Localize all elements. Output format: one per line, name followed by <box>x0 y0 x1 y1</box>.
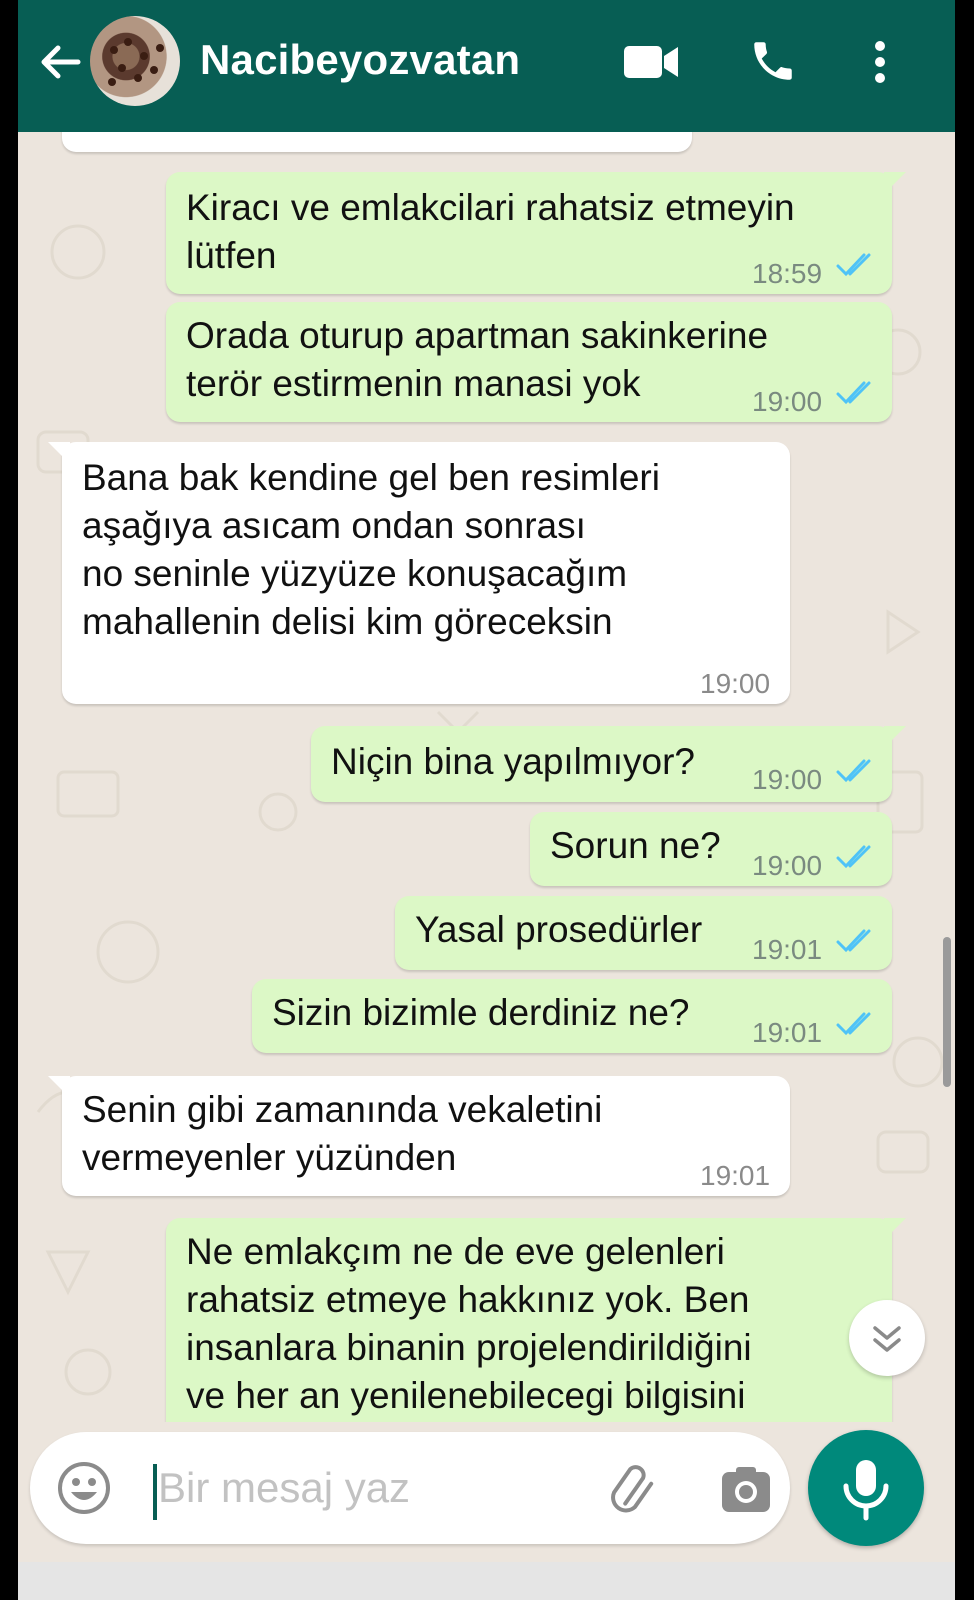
message-bubble-outgoing[interactable]: Kiracı ve emlakcilari rahatsiz etmeyin l… <box>166 172 906 294</box>
message-bubble-outgoing[interactable]: Ne emlakçım ne de eve gelenleri rahatsiz… <box>166 1218 906 1422</box>
message-bubble-outgoing[interactable]: Sorun ne? 19:00 <box>530 812 892 886</box>
double-check-icon <box>836 759 871 783</box>
double-check-icon <box>836 845 871 869</box>
message-text: Bana bak kendine gel ben resimleri aşağı… <box>82 457 660 642</box>
message-time: 19:00 <box>752 850 823 881</box>
message-time: 18:59 <box>752 258 823 289</box>
message-text: Yasal prosedürler <box>415 909 703 950</box>
video-call-button[interactable] <box>622 42 680 87</box>
video-camera-icon <box>624 46 678 78</box>
message-text: Ne emlakçım ne de eve gelenleri rahatsiz… <box>186 1231 752 1416</box>
text-caret <box>153 1464 157 1520</box>
emoji-button[interactable] <box>56 1460 112 1516</box>
message-bubble-outgoing[interactable]: Orada oturup apartman sakinkerine terör … <box>166 302 892 422</box>
double-check-icon <box>836 929 871 953</box>
message-bubble-incoming[interactable]: Senin gibi zamanında vekaletini vermeyen… <box>48 1076 790 1196</box>
back-button[interactable] <box>36 38 84 86</box>
camera-icon <box>722 1467 770 1512</box>
message-text: Sizin bizimle derdiniz ne? <box>272 992 690 1033</box>
message-time: 19:01 <box>752 934 823 965</box>
chat-header: Nacibeyozvatan <box>18 0 955 132</box>
scrollbar[interactable] <box>943 937 951 1087</box>
message-text: Niçin bina yapılmıyor? <box>331 741 695 782</box>
double-chevron-down-icon <box>873 1326 901 1352</box>
message-time: 19:00 <box>700 668 771 699</box>
message-time: 19:00 <box>752 386 823 417</box>
avatar[interactable] <box>90 16 180 106</box>
voice-call-button[interactable] <box>748 36 798 91</box>
message-composer <box>30 1432 790 1544</box>
message-list[interactable]: Kiracı ve emlakcilari rahatsiz etmeyin l… <box>18 132 955 1422</box>
message-bubble-incoming[interactable]: Bana bak kendine gel ben resimleri aşağı… <box>48 442 790 704</box>
message-bubble-outgoing[interactable]: Yasal prosedürler 19:01 <box>395 896 892 970</box>
message-text: Orada oturup apartman sakinkerine terör … <box>186 315 769 404</box>
paperclip-icon <box>611 1465 654 1513</box>
message-text: Sorun ne? <box>550 825 721 866</box>
message-time: 19:00 <box>752 764 823 795</box>
phone-icon <box>754 42 792 80</box>
camera-button[interactable] <box>718 1462 774 1518</box>
message-bubble-outgoing[interactable]: Sizin bizimle derdiniz ne? 19:01 <box>252 979 892 1053</box>
message-bubble-outgoing[interactable]: Niçin bina yapılmıyor? 19:00 <box>311 726 906 802</box>
message-text: Kiracı ve emlakcilari rahatsiz etmeyin l… <box>186 187 795 276</box>
more-vertical-icon <box>875 41 885 83</box>
navigation-strip <box>18 1562 955 1600</box>
attach-button[interactable] <box>605 1462 661 1518</box>
scroll-to-bottom-button[interactable] <box>849 1300 925 1376</box>
chat-screen: Nacibeyozvatan Kiracı ve emlakcilari rah… <box>18 0 955 1600</box>
menu-button[interactable] <box>868 38 892 91</box>
double-check-icon <box>836 1012 871 1036</box>
emoji-icon <box>58 1462 110 1514</box>
contact-name[interactable]: Nacibeyozvatan <box>200 36 520 84</box>
message-time: 19:01 <box>752 1017 823 1048</box>
voice-record-button[interactable] <box>808 1430 924 1546</box>
arrow-left-icon <box>41 45 81 79</box>
double-check-icon <box>836 253 871 277</box>
message-text: Senin gibi zamanında vekaletini vermeyen… <box>82 1089 603 1178</box>
double-check-icon <box>836 381 871 405</box>
message-input[interactable] <box>158 1456 578 1520</box>
message-bubble-partial[interactable] <box>62 132 692 152</box>
microphone-icon <box>843 1460 889 1521</box>
message-time: 19:01 <box>700 1160 771 1191</box>
